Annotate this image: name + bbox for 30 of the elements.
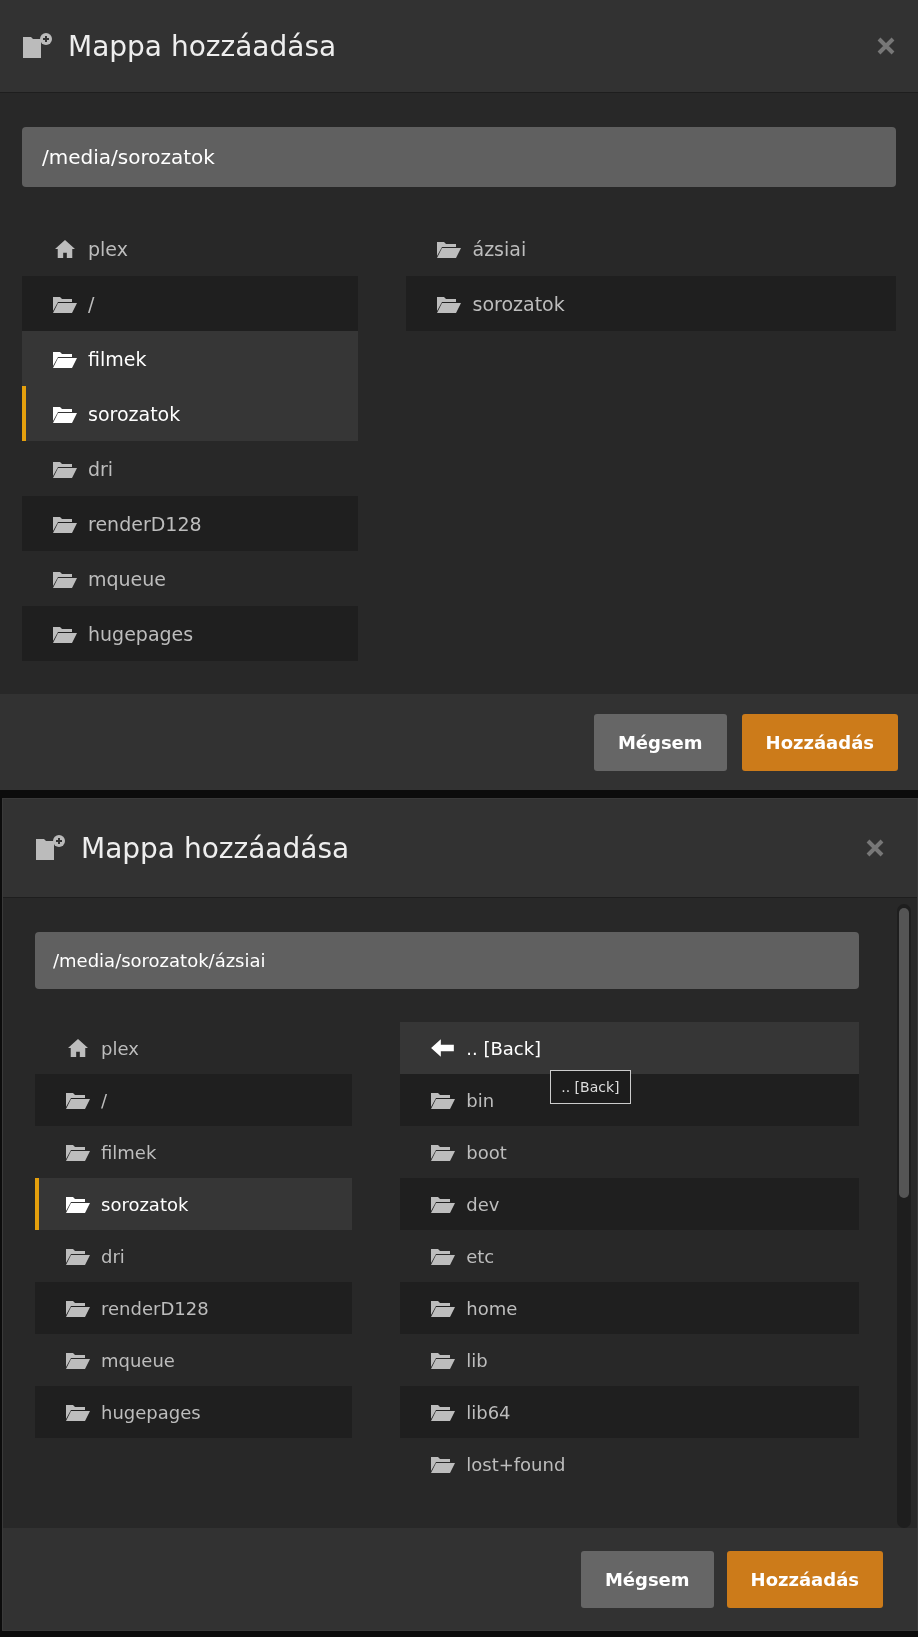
item-label: lib64	[466, 1401, 511, 1423]
item-label: dev	[466, 1193, 500, 1215]
dialog-title: Mappa hozzáadása	[68, 29, 338, 63]
item-label: plex	[88, 237, 128, 260]
item-label: lib	[466, 1349, 488, 1371]
item-label: hugepages	[88, 622, 194, 645]
item-label: plex	[101, 1037, 139, 1059]
item-label: boot	[466, 1141, 507, 1163]
item-label: mqueue	[88, 567, 167, 590]
item-label: /	[101, 1089, 108, 1111]
item-label: lost+found	[466, 1453, 566, 1475]
item-label: renderD128	[88, 512, 202, 535]
item-label: sorozatok	[472, 292, 565, 315]
item-label: filmek	[101, 1141, 157, 1163]
item-label: dri	[88, 457, 114, 480]
item-label: hugepages	[101, 1401, 201, 1423]
item-label: mqueue	[101, 1349, 175, 1371]
item-label: filmek	[88, 347, 147, 370]
item-label: /	[88, 292, 95, 315]
item-label: dri	[101, 1245, 125, 1267]
item-label: sorozatok	[88, 402, 181, 425]
tooltip: .. [Back]	[550, 1070, 631, 1104]
item-label: etc	[466, 1245, 495, 1267]
item-label: bin	[466, 1089, 495, 1111]
item-label: sorozatok	[101, 1193, 189, 1215]
item-label: .. [Back]	[466, 1037, 542, 1059]
item-label: renderD128	[101, 1297, 209, 1319]
item-label: home	[466, 1297, 518, 1319]
dialog-title: Mappa hozzáadása	[81, 831, 351, 865]
item-label: ázsiai	[472, 237, 527, 260]
